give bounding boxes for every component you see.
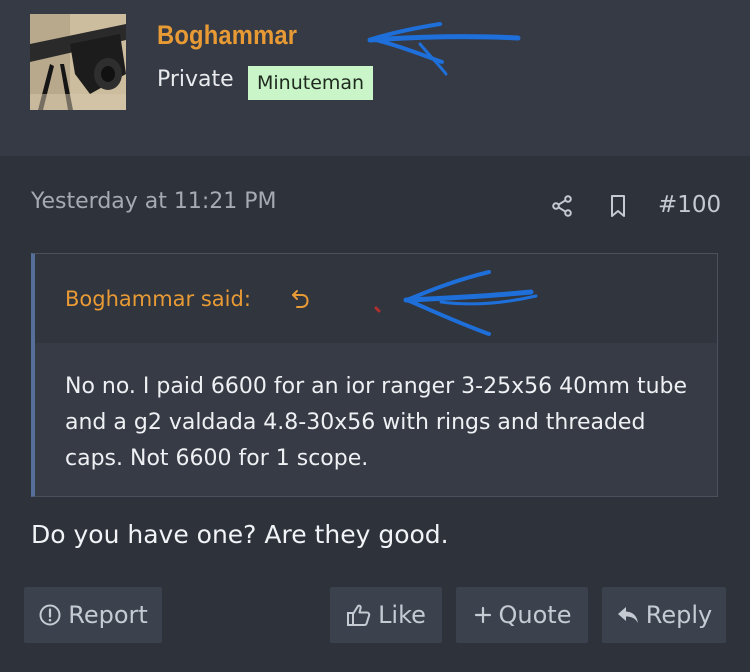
quote-header: Boghammar said: xyxy=(35,254,717,343)
post-number-link[interactable]: #100 xyxy=(658,192,721,218)
thumbs-up-icon xyxy=(346,603,372,627)
reply-button[interactable]: Reply xyxy=(602,587,726,643)
avatar-image xyxy=(30,14,126,110)
alert-circle-icon xyxy=(38,603,62,627)
reply-label: Reply xyxy=(645,601,713,629)
quote-button[interactable]: Quote xyxy=(456,587,588,643)
username-link[interactable]: Boghammar xyxy=(157,20,297,51)
reply-arrow-icon xyxy=(616,604,640,626)
quote-label: Quote xyxy=(498,601,572,629)
user-header: Boghammar Private Minuteman xyxy=(0,0,750,156)
annotation-arrow xyxy=(374,270,538,336)
like-button[interactable]: Like xyxy=(330,587,442,643)
quote-text: No no. I paid 6600 for an ior ranger 3-2… xyxy=(65,374,688,471)
quote-author[interactable]: Boghammar said: xyxy=(65,287,251,311)
post-date[interactable]: Yesterday at 11:21 PM xyxy=(31,189,277,214)
quote-block: Boghammar said: No no. I paid 6600 for a… xyxy=(31,253,718,497)
user-badge: Minuteman xyxy=(248,66,374,100)
report-button[interactable]: Report xyxy=(24,587,162,643)
quote-jump-icon[interactable] xyxy=(289,288,311,314)
post-message: Do you have one? Are they good. xyxy=(31,520,449,549)
plus-icon xyxy=(473,605,493,625)
share-icon[interactable] xyxy=(549,193,575,219)
report-label: Report xyxy=(68,601,148,629)
avatar[interactable] xyxy=(30,14,126,110)
bookmark-icon[interactable] xyxy=(605,193,631,219)
quote-body: No no. I paid 6600 for an ior ranger 3-2… xyxy=(35,343,717,496)
like-label: Like xyxy=(378,601,426,629)
user-title: Private xyxy=(157,67,234,92)
annotation-arrow xyxy=(367,22,521,76)
